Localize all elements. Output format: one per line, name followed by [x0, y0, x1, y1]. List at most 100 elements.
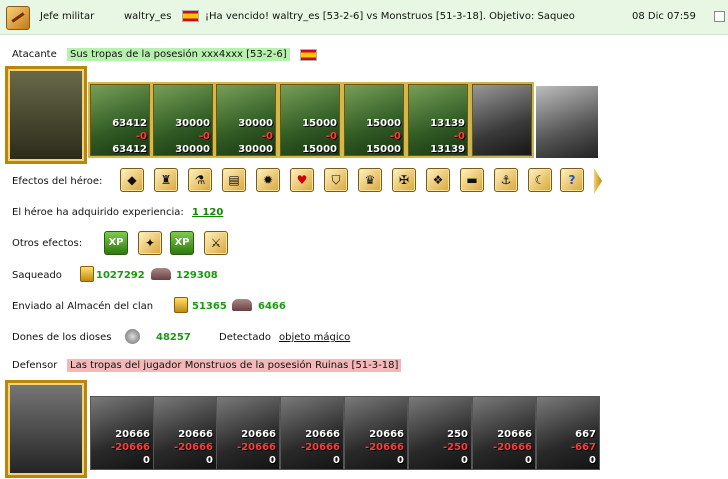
spain-flag-icon — [182, 10, 199, 22]
gods-gifts-value: 48257 — [156, 332, 191, 343]
attacker-unit-4[interactable]: 15000 -0 15000 — [278, 82, 342, 158]
other-effects-label: Otros efectos: — [12, 238, 83, 249]
unit-count: 20666 — [369, 429, 404, 440]
unit-count: 63412 — [112, 118, 147, 129]
unit-count: 20666 — [178, 429, 213, 440]
loot-ore-value: 129308 — [176, 270, 218, 281]
unit-loss: -0 — [325, 131, 337, 142]
attacker-unit-2[interactable]: 30000 -0 30000 — [151, 82, 215, 158]
username[interactable]: waltry_es — [124, 11, 171, 22]
battle-result-message: ¡Ha vencido! waltry_es [53-2-6] vs Monst… — [205, 11, 575, 22]
defender-unit-7[interactable]: 20666 -20666 0 — [472, 396, 536, 470]
ore-icon — [151, 268, 171, 280]
unit-remaining: 30000 — [175, 144, 210, 155]
loot-gold-value: 1027292 — [96, 270, 145, 281]
spain-flag-icon — [300, 49, 317, 61]
unit-loss: -20666 — [174, 442, 213, 453]
effect-claw-icon[interactable]: ☾ — [528, 168, 552, 192]
unit-loss: -20666 — [365, 442, 404, 453]
effect-belt-icon[interactable]: ▬ — [460, 168, 484, 192]
gods-gifts-label: Dones de los dioses — [12, 332, 112, 343]
effect-potion-icon[interactable]: ⚗ — [188, 168, 212, 192]
unit-remaining: 63412 — [112, 144, 147, 155]
unit-count: 15000 — [302, 118, 337, 129]
effect-armor-icon[interactable]: ✠ — [392, 168, 416, 192]
unit-remaining: 0 — [333, 455, 340, 466]
defender-unit-2[interactable]: 20666 -20666 0 — [153, 396, 217, 470]
close-box-icon[interactable] — [714, 11, 725, 22]
unit-remaining: 0 — [206, 455, 213, 466]
unit-remaining: 0 — [143, 455, 150, 466]
unit-loss: -20666 — [301, 442, 340, 453]
effects-scroll-right-icon[interactable] — [594, 168, 602, 194]
unit-loss: -0 — [198, 131, 210, 142]
ore-icon — [232, 299, 252, 311]
attacker-unit-8-empty[interactable] — [536, 86, 598, 158]
effect-unknown-icon[interactable]: ? — [560, 168, 584, 192]
effect-fire-icon[interactable]: ✹ — [256, 168, 280, 192]
effect-crown-icon[interactable]: ♛ — [358, 168, 382, 192]
unit-loss: -20666 — [111, 442, 150, 453]
unit-remaining: 30000 — [238, 144, 273, 155]
unit-loss: -250 — [442, 442, 468, 453]
defender-title: Las tropas del jugador Monstruos de la p… — [67, 359, 402, 372]
crystal-icon — [125, 329, 140, 344]
unit-remaining: 0 — [589, 455, 596, 466]
defender-unit-3[interactable]: 20666 -20666 0 — [216, 396, 280, 470]
unit-remaining: 0 — [269, 455, 276, 466]
unit-remaining: 15000 — [302, 144, 337, 155]
experience-value-link[interactable]: 1 120 — [192, 207, 223, 218]
unit-count: 20666 — [241, 429, 276, 440]
effect-amulet-icon[interactable]: ❖ — [426, 168, 450, 192]
defender-unit-4[interactable]: 20666 -20666 0 — [280, 396, 344, 470]
effect-book-icon[interactable]: ▤ — [222, 168, 246, 192]
unit-remaining: 0 — [397, 455, 404, 466]
defender-unit-5[interactable]: 20666 -20666 0 — [344, 396, 408, 470]
xp-bonus-icon[interactable]: XP — [104, 231, 128, 255]
attacker-unit-1[interactable]: 63412 -0 63412 — [88, 82, 152, 158]
unit-count: 30000 — [238, 118, 273, 129]
detected-label: Detectado — [219, 332, 271, 343]
sword-icon — [6, 6, 30, 30]
unit-count: 15000 — [366, 118, 401, 129]
xp-bonus-icon-2[interactable]: XP — [170, 231, 194, 255]
defender-unit-1[interactable]: 20666 -20666 0 — [90, 396, 154, 470]
defender-unit-6[interactable]: 250 -250 0 — [408, 396, 472, 470]
unit-loss: -667 — [570, 442, 596, 453]
unit-count: 20666 — [305, 429, 340, 440]
magic-item-link[interactable]: objeto mágico — [279, 332, 350, 343]
attacker-hero-portrait[interactable] — [5, 66, 87, 164]
attacker-unit-3[interactable]: 30000 -0 30000 — [214, 82, 278, 158]
clan-storage-label: Enviado al Almacén del clan — [12, 301, 154, 312]
attack-bonus-icon[interactable]: ⚔ — [204, 231, 228, 255]
attacker-label: Atacante — [12, 49, 57, 60]
unit-remaining: 15000 — [366, 144, 401, 155]
unit-count: 20666 — [115, 429, 150, 440]
unit-loss: -0 — [453, 131, 465, 142]
battle-datetime: 08 Dic 07:59 — [632, 11, 696, 22]
defender-unit-8[interactable]: 667 -667 0 — [536, 396, 600, 470]
unit-count: 20666 — [497, 429, 532, 440]
gold-bonus-icon[interactable]: ✦ — [138, 231, 162, 255]
unit-count: 13139 — [430, 118, 465, 129]
gold-icon — [174, 297, 188, 313]
defender-hero-portrait[interactable] — [5, 380, 87, 478]
effect-shield-icon[interactable]: ⛉ — [324, 168, 348, 192]
loot-label: Saqueado — [12, 270, 62, 281]
unit-remaining: 0 — [525, 455, 532, 466]
unit-remaining: 0 — [461, 455, 468, 466]
effect-helmet-icon[interactable]: ♜ — [154, 168, 178, 192]
attacker-unit-7-empty[interactable] — [470, 82, 534, 158]
effect-heart-icon[interactable]: ♥ — [290, 168, 314, 192]
battle-header: Jefe militar waltry_es ¡Ha vencido! walt… — [0, 0, 728, 35]
attacker-unit-5[interactable]: 15000 -0 15000 — [342, 82, 406, 158]
effect-gem-icon[interactable]: ◆ — [120, 168, 144, 192]
clan-gold-value: 51365 — [192, 301, 227, 312]
defender-label: Defensor — [12, 360, 58, 371]
experience-label: El héroe ha adquirido experiencia: — [12, 207, 184, 218]
clan-ore-value: 6466 — [258, 301, 286, 312]
attacker-unit-6[interactable]: 13139 -0 13139 — [406, 82, 470, 158]
unit-remaining: 13139 — [430, 144, 465, 155]
effect-boots-icon[interactable]: ⚓ — [494, 168, 518, 192]
role-label: Jefe militar — [40, 11, 95, 22]
